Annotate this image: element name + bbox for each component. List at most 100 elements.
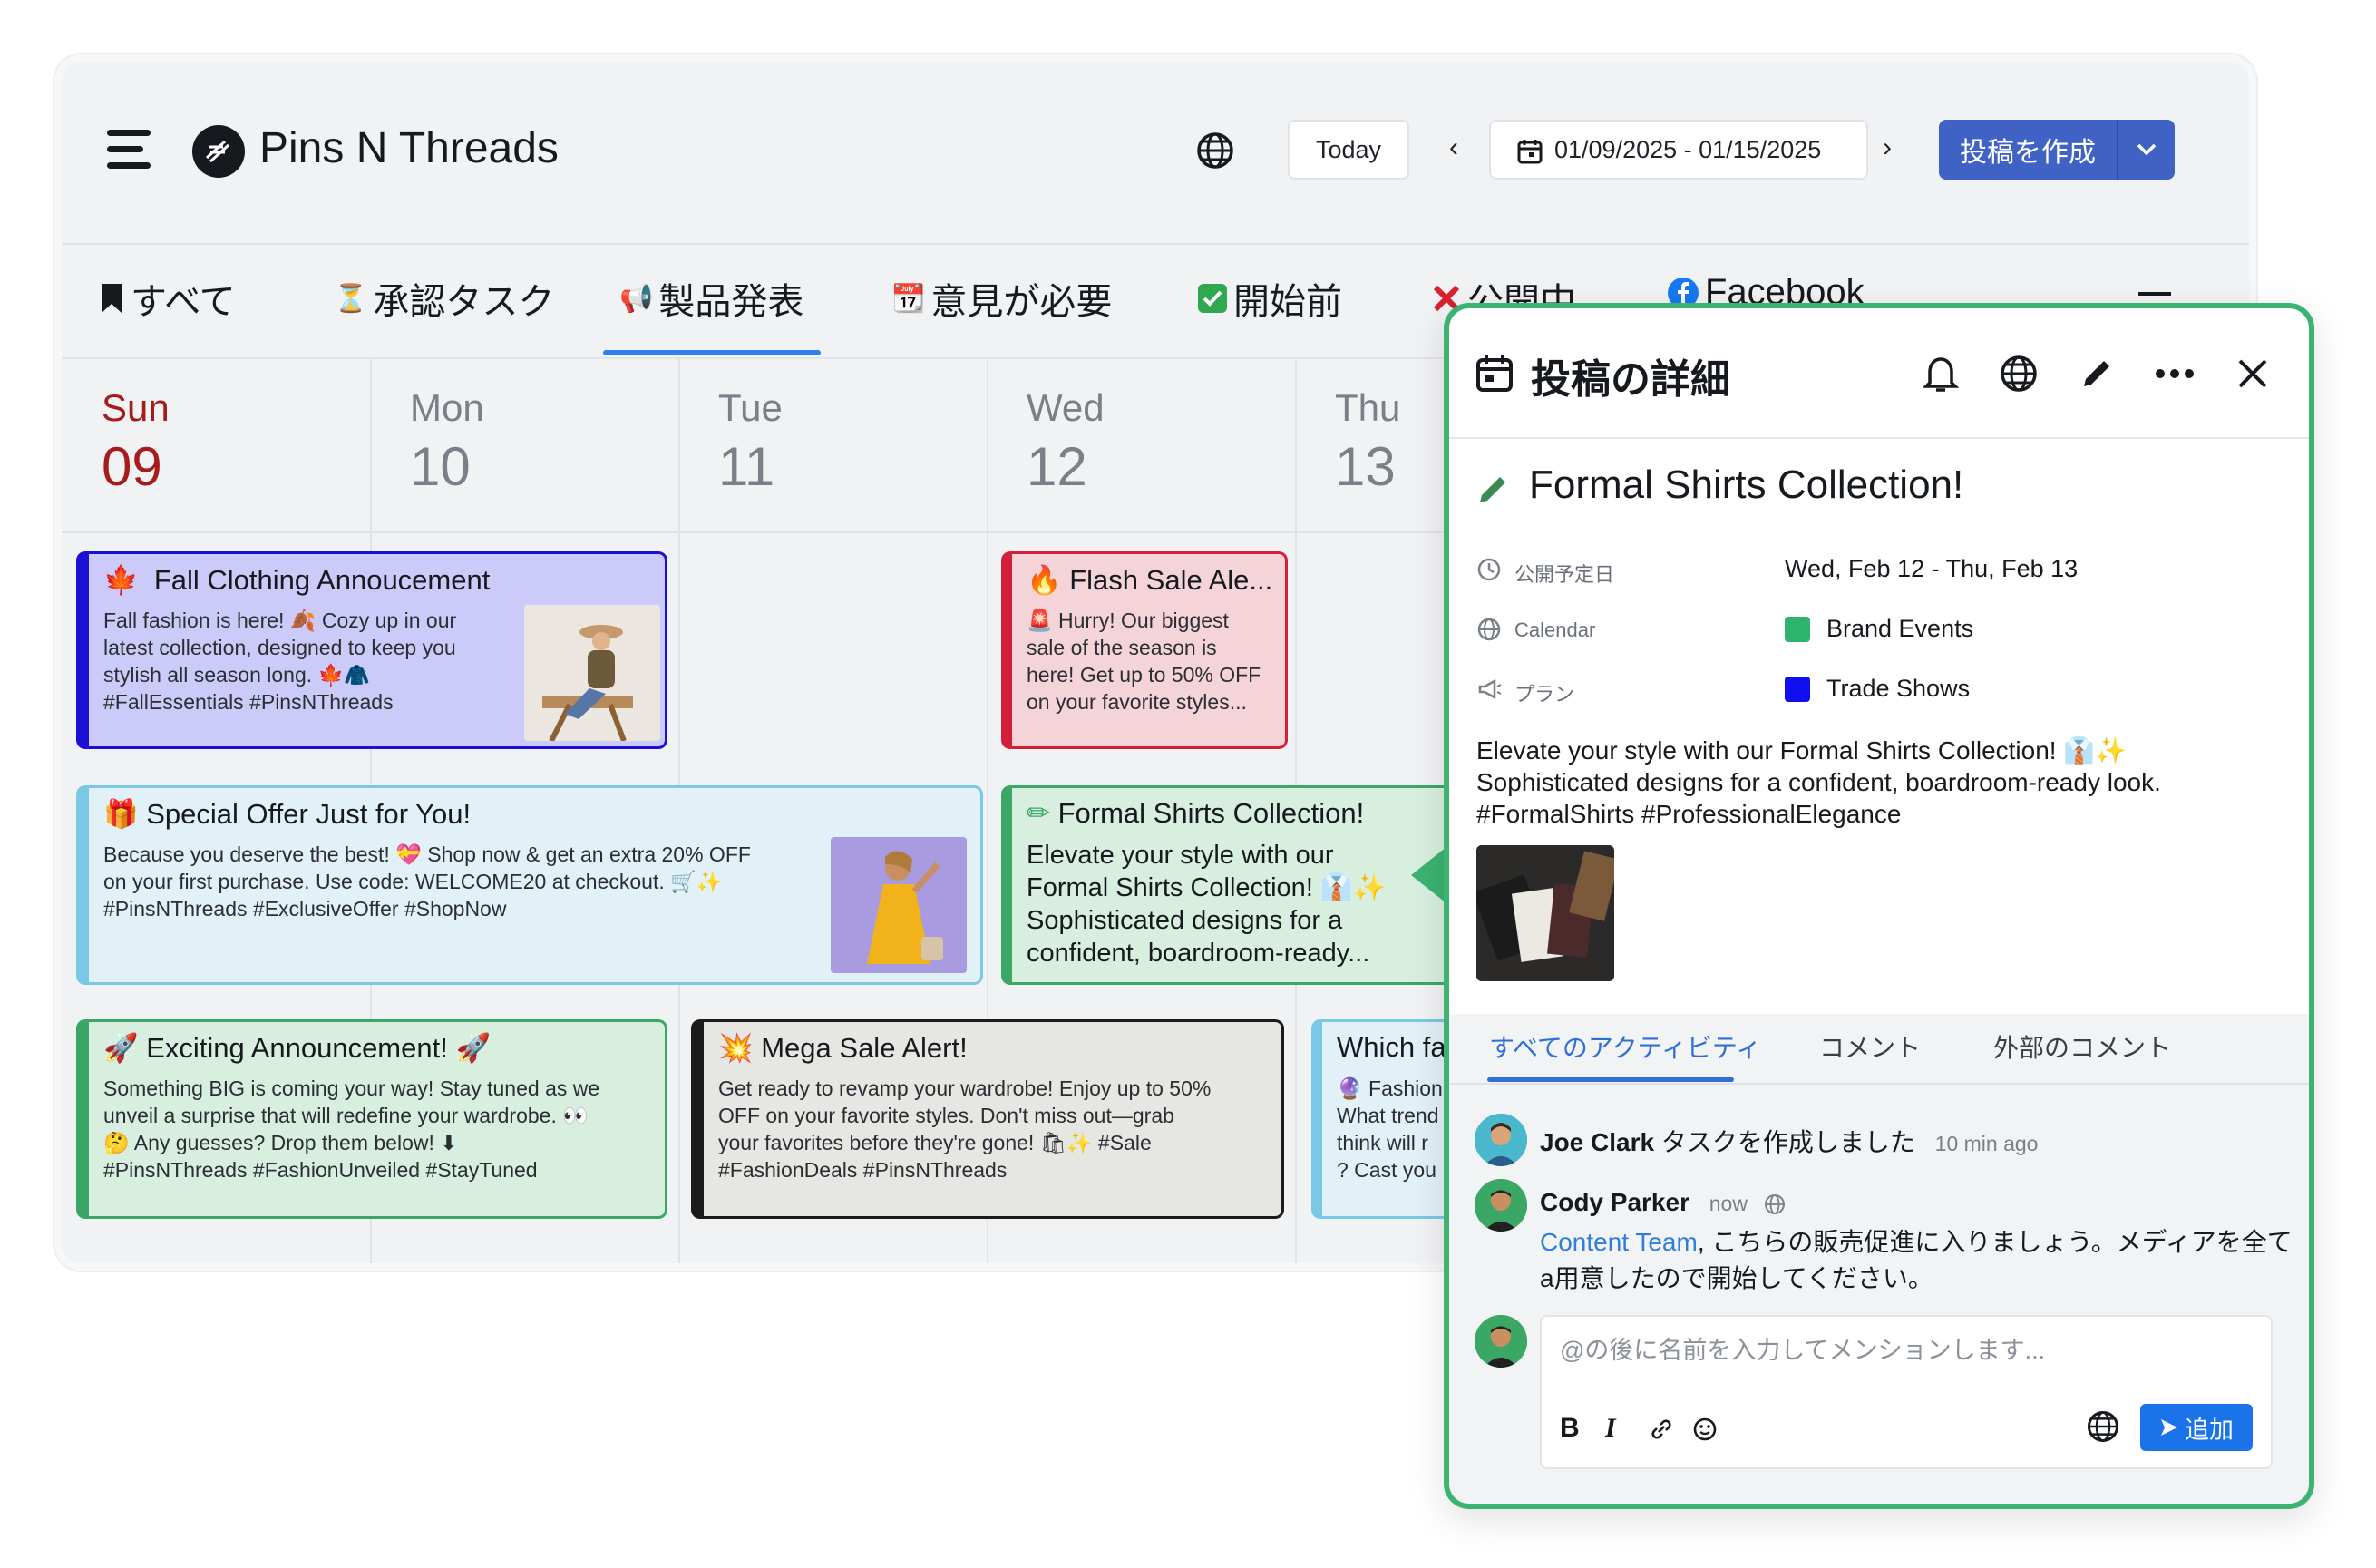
tab-product-launch[interactable]: 📢 製品発表 bbox=[619, 272, 803, 325]
post-card-mega-sale[interactable]: 💥 Mega Sale Alert! Get ready to revamp y… bbox=[691, 1019, 1284, 1219]
activity-action: タスクを作成しました bbox=[1660, 1128, 1915, 1156]
next-week-button[interactable]: › bbox=[1883, 132, 1892, 163]
post-card-flash-sale[interactable]: 🔥 Flash Sale Ale... 🚨 Hurry! Our biggest… bbox=[1001, 551, 1288, 749]
day-header-sun: Sun 09 bbox=[102, 386, 170, 497]
activity-time: 10 min ago bbox=[1934, 1132, 2039, 1155]
day-header-thu: Thu 13 bbox=[1335, 386, 1401, 497]
date-range-picker[interactable]: 01/09/2025 - 01/15/2025 bbox=[1489, 120, 1868, 180]
avatar bbox=[1475, 1114, 1527, 1166]
comment-time: now bbox=[1709, 1192, 1748, 1215]
post-image bbox=[524, 605, 660, 741]
tab-comments[interactable]: コメント bbox=[1819, 1028, 1921, 1065]
current-user-avatar bbox=[1475, 1315, 1527, 1368]
clock-icon bbox=[1477, 558, 1501, 581]
send-icon bbox=[2161, 1419, 2177, 1436]
hourglass-icon: ⏳ bbox=[334, 283, 368, 314]
active-tab-indicator bbox=[603, 350, 821, 355]
globe-icon[interactable] bbox=[1997, 352, 2040, 395]
comment-item: Cody Parker now bbox=[1540, 1188, 1786, 1217]
plan-label: プラン bbox=[1514, 683, 1575, 706]
active-activity-tab-indicator bbox=[1487, 1077, 1734, 1082]
card-title: Which fa bbox=[1337, 1031, 1446, 1063]
card-title: 🎁 Special Offer Just for You! bbox=[103, 798, 472, 830]
day-header-mon: Mon 10 bbox=[410, 386, 484, 497]
comment-composer: B I 追加 bbox=[1540, 1315, 2273, 1469]
avatar bbox=[1475, 1179, 1527, 1232]
today-button[interactable]: Today bbox=[1288, 120, 1409, 180]
calendar-value[interactable]: Brand Events bbox=[1785, 615, 1973, 643]
post-card-exciting-announcement[interactable]: 🚀 Exciting Announcement! 🚀 Something BIG… bbox=[76, 1019, 667, 1219]
post-media-thumbnail[interactable] bbox=[1476, 845, 1614, 981]
post-detail-panel: 投稿の詳細 Formal Shirts Collection! 公開予定日 We… bbox=[1444, 303, 2314, 1509]
top-bar: Pins N Threads Today ‹ 01/09/2025 - 01/1… bbox=[62, 62, 2249, 243]
activity-tabs: すべてのアクティビティ コメント 外部のコメント bbox=[1449, 1014, 2309, 1085]
check-icon bbox=[1198, 284, 1227, 313]
prev-week-button[interactable]: ‹ bbox=[1449, 132, 1458, 163]
close-icon[interactable] bbox=[2231, 352, 2274, 395]
plan-value[interactable]: Trade Shows bbox=[1785, 675, 1970, 703]
post-image bbox=[831, 837, 967, 973]
tab-needs-feedback[interactable]: 📆 意見が必要 bbox=[891, 272, 1112, 325]
card-body: Because you deserve the best! 💝 Shop now… bbox=[103, 842, 751, 920]
post-description: Elevate your style with our Formal Shirt… bbox=[1476, 736, 2161, 828]
day-header-wed: Wed 12 bbox=[1027, 386, 1105, 497]
tab-external-comments[interactable]: 外部のコメント bbox=[1993, 1028, 2171, 1065]
add-comment-button[interactable]: 追加 bbox=[2140, 1404, 2253, 1451]
plan-color-swatch bbox=[1785, 676, 1810, 702]
megaphone-icon: 📢 bbox=[619, 283, 654, 314]
language-globe-icon[interactable] bbox=[1195, 131, 1235, 170]
activity-item: Joe Clark タスクを作成しました 10 min ago bbox=[1540, 1123, 2038, 1159]
create-post-label: 投稿を作成 bbox=[1960, 138, 2096, 168]
card-title: 🍁 Fall Clothing Annoucement bbox=[103, 564, 491, 596]
bell-icon[interactable] bbox=[1919, 352, 1962, 395]
brand-logo-icon bbox=[192, 125, 245, 178]
card-title: 🚀 Exciting Announcement! 🚀 bbox=[103, 1032, 492, 1064]
more-options-icon[interactable] bbox=[2153, 352, 2196, 395]
scheduled-date-label: 公開予定日 bbox=[1514, 563, 1615, 586]
comment-text-line-1: Content Team, こちらの販売促進に入りましょう。メディアを全て bbox=[1540, 1228, 2293, 1256]
date-range-text: 01/09/2025 - 01/15/2025 bbox=[1554, 135, 1822, 163]
globe-icon bbox=[1477, 618, 1501, 641]
tab-approval-tasks[interactable]: ⏳ 承認タスク bbox=[334, 272, 554, 325]
card-body: Something BIG is coming your way! Stay t… bbox=[103, 1076, 600, 1182]
activity-user[interactable]: Joe Clark bbox=[1540, 1128, 1654, 1156]
comment-input[interactable] bbox=[1560, 1328, 2258, 1373]
globe-icon bbox=[1764, 1193, 1785, 1214]
post-card-special-offer[interactable]: 🎁 Special Offer Just for You! Because yo… bbox=[76, 785, 983, 985]
card-title: 🔥 Flash Sale Ale... bbox=[1027, 564, 1273, 596]
card-body: Fall fashion is here! 🍂 Cozy up in our la… bbox=[103, 609, 457, 714]
tab-not-started[interactable]: 開始前 bbox=[1197, 272, 1342, 325]
comment-user[interactable]: Cody Parker bbox=[1540, 1188, 1689, 1216]
calendar-color-swatch bbox=[1785, 616, 1810, 642]
calendar-icon: 📆 bbox=[891, 283, 926, 314]
megaphone-icon bbox=[1478, 678, 1502, 700]
post-card-formal-shirts[interactable]: ✏ Formal Shirts Collection! Elevate your… bbox=[1001, 785, 1473, 985]
pencil-icon bbox=[1480, 477, 1505, 502]
comment-text-line-2: a用意したので開始してください。 bbox=[1540, 1264, 1933, 1292]
card-body: Get ready to revamp your wardrobe! Enjoy… bbox=[718, 1076, 1212, 1182]
link-icon[interactable] bbox=[1649, 1417, 1674, 1442]
italic-icon[interactable]: I bbox=[1605, 1413, 1616, 1444]
globe-icon[interactable] bbox=[2086, 1409, 2120, 1444]
panel-header: 投稿の詳細 bbox=[1449, 308, 2309, 439]
create-post-button[interactable]: 投稿を作成 bbox=[1939, 120, 2175, 180]
app-title: Pins N Threads bbox=[259, 124, 559, 172]
emoji-icon[interactable] bbox=[1692, 1417, 1718, 1442]
card-title: ✏ Formal Shirts Collection! bbox=[1027, 797, 1365, 829]
menu-icon[interactable] bbox=[107, 130, 151, 170]
post-card-fall-clothing[interactable]: 🍁 Fall Clothing Annoucement Fall fashion… bbox=[76, 551, 667, 749]
card-body: 🔮 Fashion What trend think will r? Cast yo… bbox=[1337, 1076, 1443, 1182]
day-header-tue: Tue 11 bbox=[718, 386, 783, 497]
scheduled-date-value: Wed, Feb 12 - Thu, Feb 13 bbox=[1785, 555, 2079, 582]
bold-icon[interactable]: B bbox=[1560, 1413, 1580, 1444]
panel-title: 投稿の詳細 bbox=[1531, 357, 1730, 402]
calendar-label: Calendar bbox=[1514, 618, 1596, 641]
tab-all[interactable]: すべて bbox=[98, 272, 236, 325]
post-title: Formal Shirts Collection! bbox=[1529, 463, 1964, 507]
card-body: Elevate your style with our Formal Shirts… bbox=[1027, 841, 1387, 968]
tab-all-activity[interactable]: すべてのアクティビティ bbox=[1489, 1028, 1761, 1065]
card-body: 🚨 Hurry! Our biggest sale of the season i… bbox=[1027, 609, 1261, 714]
mention-link[interactable]: Content Team bbox=[1540, 1228, 1698, 1256]
edit-icon[interactable] bbox=[2075, 352, 2118, 395]
chevron-down-icon[interactable] bbox=[2118, 142, 2175, 157]
